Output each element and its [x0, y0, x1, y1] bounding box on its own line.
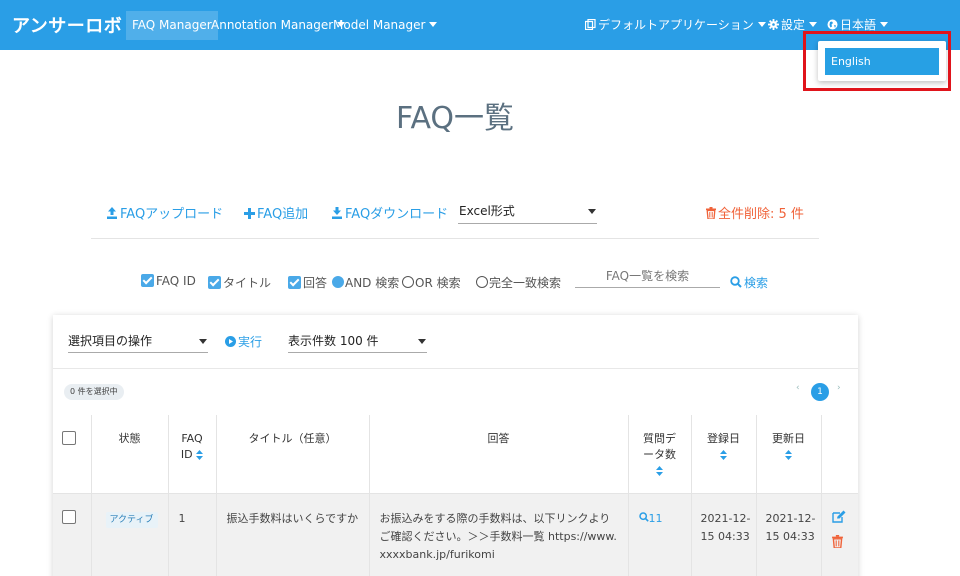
toolbar-divider [91, 238, 819, 239]
copy-icon [585, 19, 596, 30]
sort-icon[interactable] [720, 450, 727, 460]
row-answer: お振込みをする際の手数料は、以下リンクよりご確認ください。＞＞手数料一覧 htt… [369, 493, 629, 576]
page-number-current[interactable]: 1 [811, 383, 829, 401]
sort-icon[interactable] [785, 450, 792, 460]
faq-list-card: 選択項目の操作 実行 表示件数 100 件 0 件を選択中 ‹ 1 › 状態 F… [53, 315, 858, 576]
edit-icon[interactable] [831, 510, 846, 523]
col-faq-id-label-2: ID [180, 448, 193, 461]
sort-icon[interactable] [196, 450, 204, 460]
search-field-answer[interactable]: 回答 [288, 274, 327, 291]
col-answer: 回答 [369, 415, 629, 494]
nav-default-application[interactable]: デフォルトアプリケーション [579, 11, 772, 40]
search-field-title[interactable]: タイトル [208, 274, 271, 291]
row-status-cell: アクティブ [91, 493, 169, 576]
faq-upload-button[interactable]: FAQアップロード [106, 203, 223, 222]
col-created-label: 登録日 [707, 432, 740, 445]
radio-icon[interactable] [476, 276, 488, 288]
selected-count-badge: 0 件を選択中 [64, 384, 124, 400]
row-updated: 2021-12-15 04:33 [756, 493, 822, 576]
search-mode-and[interactable]: AND 検索 [332, 274, 399, 291]
sort-icon[interactable] [656, 466, 663, 476]
bulk-action-select[interactable]: 選択項目の操作 [68, 331, 208, 353]
row-created: 2021-12-15 04:33 [691, 493, 757, 576]
delete-all-button[interactable]: 全件削除: 5 件 [706, 203, 804, 222]
search-field-faq-id[interactable]: FAQ ID [141, 273, 196, 288]
search-icon [730, 276, 742, 288]
page-size-select[interactable]: 表示件数 100 件 [288, 331, 427, 353]
search-icon [638, 512, 649, 522]
chevron-down-icon [429, 22, 438, 27]
checkbox-checked-icon[interactable] [208, 275, 221, 289]
col-updated-label: 更新日 [772, 432, 805, 445]
col-title: タイトル（任意） [216, 415, 370, 494]
search-mode-exact[interactable]: 完全一致検索 [476, 274, 561, 291]
faq-table: 状態 FAQ ID タイトル（任意） 回答 質問デ ータ数 登録日 更新日 アク… [53, 415, 858, 576]
row-question-count-cell[interactable]: 11 [628, 493, 692, 576]
chevron-down-icon [588, 209, 596, 214]
brand-logo[interactable]: アンサーロボ [12, 12, 122, 38]
faq-download-button[interactable]: FAQダウンロード [331, 203, 448, 222]
row-select-cell [53, 493, 92, 576]
col-actions [821, 415, 858, 494]
status-badge: アクティブ [105, 511, 158, 528]
download-icon [332, 207, 342, 219]
col-created[interactable]: 登録日 [691, 415, 757, 494]
search-button[interactable]: 検索 [730, 274, 768, 291]
trash-icon[interactable] [831, 534, 843, 549]
col-qcount-label-2: ータ数 [643, 448, 676, 461]
select-all-cell [53, 415, 92, 494]
run-button[interactable]: 実行 [225, 333, 262, 350]
card-separator [53, 368, 858, 369]
page-title: FAQ一覧 [395, 101, 515, 136]
prev-page-icon[interactable]: ‹ [796, 383, 800, 393]
row-checkbox[interactable] [62, 509, 76, 524]
chevron-down-icon [880, 22, 889, 27]
faq-add-button[interactable]: FAQ追加 [244, 203, 308, 222]
col-updated[interactable]: 更新日 [756, 415, 822, 494]
col-status: 状態 [91, 415, 169, 494]
checkbox-checked-icon[interactable] [141, 273, 154, 287]
row-actions-cell [821, 493, 858, 576]
col-status-label: 状態 [118, 432, 141, 445]
radio-selected-icon[interactable] [332, 276, 344, 288]
search-input[interactable] [575, 264, 720, 288]
chevron-down-icon [809, 22, 818, 27]
question-count-link[interactable]: 11 [638, 511, 663, 525]
col-question-count[interactable]: 質問デ ータ数 [628, 415, 692, 494]
table-row: アクティブ 1 振込手数料はいくらですか お振込みをする際の手数料は、以下リンク… [53, 493, 858, 576]
chevron-down-icon [418, 339, 426, 344]
col-title-label: タイトル（任意） [248, 432, 337, 445]
checkbox-checked-icon[interactable] [288, 275, 301, 289]
gear-icon [768, 19, 779, 30]
col-answer-label: 回答 [487, 432, 510, 445]
nav-faq-manager[interactable]: FAQ Manager [126, 11, 218, 40]
nav-model-manager[interactable]: Model Manager [327, 11, 443, 40]
col-faq-id-label-1: FAQ [181, 432, 203, 445]
plus-icon [244, 207, 255, 219]
col-faq-id[interactable]: FAQ ID [168, 415, 217, 494]
table-header-row: 状態 FAQ ID タイトル（任意） 回答 質問デ ータ数 登録日 更新日 [53, 415, 858, 494]
row-title: 振込手数料はいくらですか [216, 493, 370, 576]
download-format-select[interactable]: Excel形式 [458, 200, 597, 224]
radio-icon[interactable] [402, 276, 414, 288]
next-page-icon[interactable]: › [837, 383, 841, 393]
chevron-down-icon [199, 339, 207, 344]
globe-icon [827, 19, 838, 30]
col-qcount-label-1: 質問デ [643, 432, 676, 445]
search-mode-or[interactable]: OR 検索 [402, 274, 461, 291]
row-faq-id: 1 [168, 493, 217, 576]
trash-icon [706, 207, 716, 220]
highlight-annotation [803, 31, 951, 91]
upload-icon [107, 207, 117, 219]
select-all-checkbox[interactable] [62, 431, 76, 445]
question-count-value: 11 [648, 511, 663, 525]
play-circle-icon [225, 335, 236, 347]
